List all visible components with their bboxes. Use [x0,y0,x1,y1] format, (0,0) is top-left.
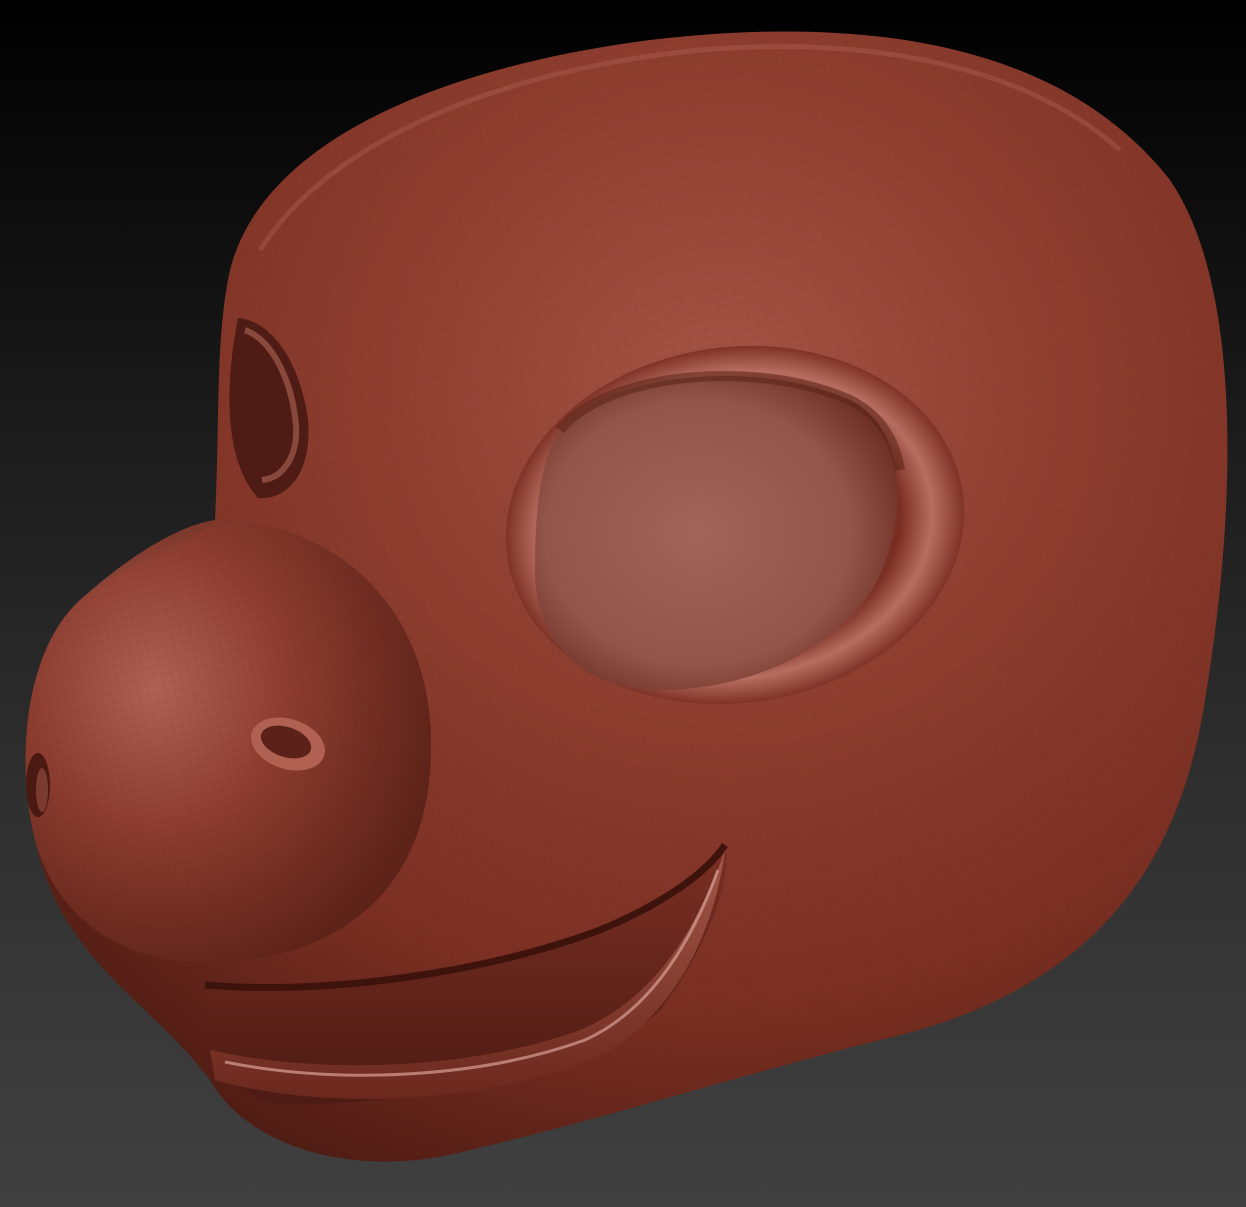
sculpt-viewport[interactable] [0,0,1246,1207]
sculpted-head-model [25,31,1228,1162]
